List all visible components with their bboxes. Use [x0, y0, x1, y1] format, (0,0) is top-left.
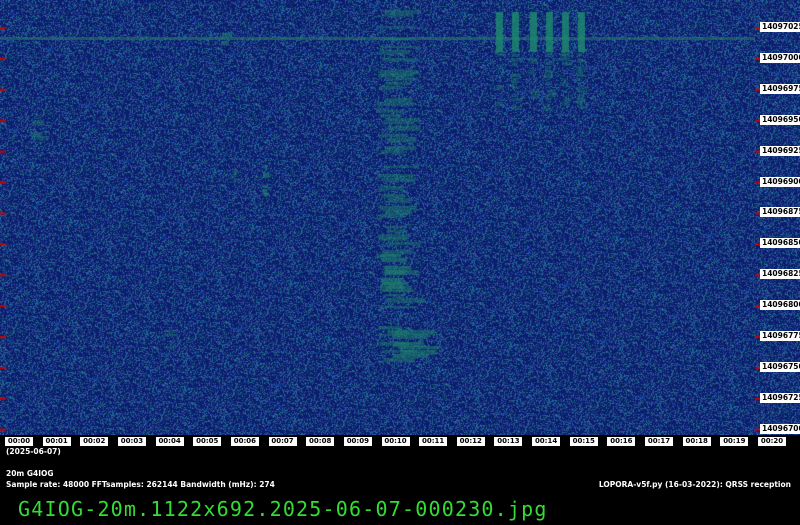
time-tick-label: 00:19	[720, 437, 749, 446]
params-label: Sample rate: 48000 FFTsamples: 262144 Ba…	[6, 480, 275, 489]
freq-tick-label: 14096925	[760, 145, 800, 156]
freq-tick-label: 14096775	[760, 331, 800, 341]
freq-tick-label: 14096750	[760, 361, 800, 372]
freq-tick-label: 14096975	[760, 83, 800, 94]
time-tick-label: 00:20	[758, 437, 786, 446]
time-tick-label: 00:13	[494, 437, 523, 446]
time-tick-label: 00:15	[569, 437, 598, 446]
filename-caption: G4IOG-20m.1122x692.2025-06-07-000230.jpg	[18, 497, 548, 521]
time-tick-label: 00:18	[682, 437, 711, 446]
time-tick-label: 00:07	[268, 437, 297, 446]
time-tick-label: 00:16	[607, 437, 636, 446]
time-tick-label: 00:17	[645, 437, 674, 446]
software-label: LOPORA-v5f.py (16-03-2022): QRSS recepti…	[598, 480, 791, 489]
time-tick-label: 00:11	[419, 437, 448, 446]
time-tick-label: 00:10	[381, 437, 410, 446]
time-tick-label: 00:01	[42, 437, 71, 446]
freq-tick-label: 14096950	[760, 114, 800, 125]
date-label: (2025-06-07)	[6, 447, 61, 456]
time-tick-label: 00:00	[5, 437, 33, 446]
time-tick-label: 00:03	[117, 437, 146, 446]
time-tick-label: 00:05	[193, 437, 222, 446]
freq-tick-label: 14096800	[760, 300, 800, 311]
freq-tick-label: 14096725	[760, 392, 800, 403]
freq-tick-label: 14096700	[760, 423, 800, 434]
time-tick-label: 00:09	[343, 437, 372, 446]
freq-tick-label: 14097000	[760, 52, 800, 63]
time-tick-label: 00:08	[306, 437, 335, 446]
time-tick-label: 00:04	[155, 437, 184, 446]
freq-tick-label: 14096875	[760, 207, 800, 218]
freq-tick-label: 14097025	[760, 22, 800, 32]
freq-tick-label: 14096850	[760, 238, 800, 249]
time-tick-label: 00:14	[532, 437, 561, 446]
time-tick-label: 00:02	[80, 437, 109, 446]
freq-tick-label: 14096825	[760, 269, 800, 280]
time-tick-label: 00:12	[456, 437, 485, 446]
freq-tick-label: 14096900	[760, 176, 800, 187]
waterfall-spectrogram	[0, 0, 800, 435]
band-call-label: 20m G4IOG	[6, 469, 54, 478]
time-tick-label: 00:06	[230, 437, 259, 446]
